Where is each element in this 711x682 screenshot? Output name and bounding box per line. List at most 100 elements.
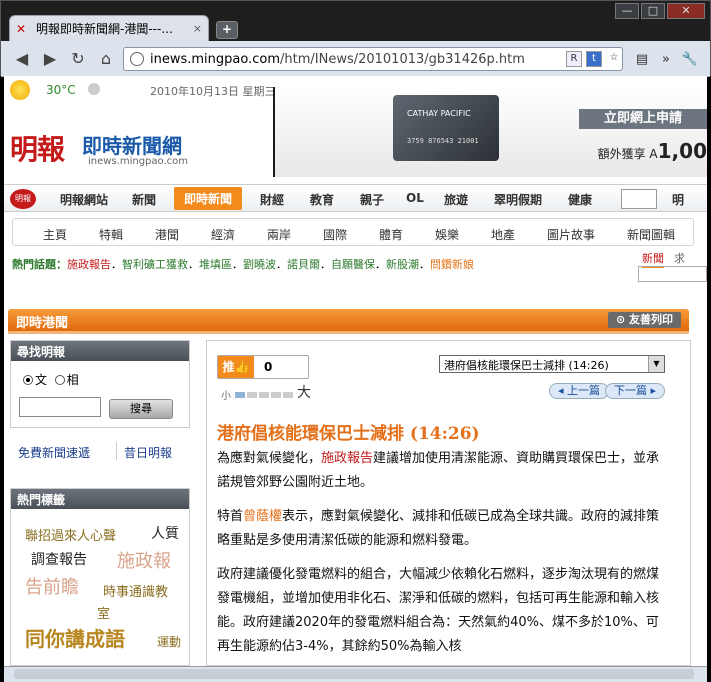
weather-play-icon[interactable] xyxy=(88,83,100,95)
font-size-step[interactable] xyxy=(283,392,293,398)
search-tab-other[interactable]: 求 xyxy=(674,250,685,266)
nav-item-more[interactable]: 明 xyxy=(672,191,684,208)
tag-link[interactable]: 人質 xyxy=(151,523,179,543)
tag-link[interactable]: 調查報告 xyxy=(31,549,87,569)
tag-link[interactable]: 聯招過來人心聲 xyxy=(25,525,116,544)
hot-topic-link[interactable]: 堆填區 xyxy=(199,258,232,271)
paragraph: 特首曾蔭權表示，應對氣候變化、減排和低碳已成為全球共識。政府的減排策略重點是多使… xyxy=(217,505,665,553)
font-size-step[interactable] xyxy=(235,392,245,398)
info-extension-icon[interactable]: t xyxy=(586,51,602,67)
print-friendly-button[interactable]: ⊙ 友善列印 xyxy=(607,312,681,328)
tag-link[interactable]: 室 xyxy=(97,603,110,622)
tag-link[interactable]: 告前瞻 xyxy=(25,573,79,599)
article-select[interactable]: 港府倡核能環保巴士減排 (14:26) ▼ xyxy=(439,355,665,373)
prev-article-button[interactable]: ◂ 上一篇 xyxy=(549,383,610,399)
wrench-icon[interactable]: 🔧 xyxy=(681,51,699,69)
nav-item-parenting[interactable]: 親子 xyxy=(360,191,384,208)
nav-item-travel[interactable]: 旅遊 xyxy=(444,191,468,208)
subnav-galleries[interactable]: 新聞圖輯 xyxy=(627,226,675,243)
ad-offer-prefix: 額外獲享 xyxy=(597,147,646,161)
person-link[interactable]: 曾蔭權 xyxy=(243,509,282,524)
quick-links: 免費新聞速遞 昔日明報 xyxy=(10,442,190,462)
section-title: 即時港聞 xyxy=(16,316,69,331)
tab-close-icon[interactable]: × xyxy=(193,22,202,35)
subnav-photo-stories[interactable]: 圖片故事 xyxy=(547,226,595,243)
separator: ． xyxy=(111,258,122,271)
ad-offer-value: 1,00 xyxy=(657,139,707,163)
hot-topic-link[interactable]: 諾貝爾 xyxy=(287,258,320,271)
nav-item-news[interactable]: 新聞 xyxy=(132,191,156,208)
hot-topic-link[interactable]: 新股潮 xyxy=(386,258,419,271)
text: 特首 xyxy=(217,509,244,524)
font-size-step[interactable] xyxy=(259,392,269,398)
section-underline xyxy=(8,331,689,334)
minimize-button[interactable]: — xyxy=(615,3,639,19)
mingpao-mini-logo[interactable]: 明報 xyxy=(10,189,36,209)
subnav-home[interactable]: 主頁 xyxy=(43,226,67,243)
rss-extension-icon[interactable]: R xyxy=(566,51,582,67)
subnav-china[interactable]: 兩岸 xyxy=(267,226,291,243)
new-tab-button[interactable]: + xyxy=(216,21,238,39)
tag-cloud: 聯招過來人心聲 人質 調查報告 施政報 告前瞻 時事通識教 室 同你講成語 運動 xyxy=(11,509,191,666)
policy-address-link[interactable]: 施政報告 xyxy=(321,451,373,466)
nav-item-education[interactable]: 教育 xyxy=(310,191,334,208)
hot-topic-link[interactable]: 施政報告 xyxy=(67,258,111,271)
horizontal-scrollbar[interactable] xyxy=(14,669,694,679)
hot-topic-link[interactable]: 智利礦工獲救 xyxy=(122,258,188,271)
find-search-button[interactable]: 搜尋 xyxy=(109,399,173,419)
subnav-property[interactable]: 地產 xyxy=(491,226,515,243)
tag-link[interactable]: 施政報 xyxy=(117,547,171,573)
subnav-sports[interactable]: 體育 xyxy=(379,226,403,243)
forward-icon[interactable]: ▶ xyxy=(39,49,61,69)
banner-ad[interactable]: CATHAY PACIFIC 3759 876543 21001 立即網上申請 … xyxy=(273,87,707,177)
subnav-local[interactable]: 港聞 xyxy=(155,226,179,243)
find-input[interactable] xyxy=(19,397,101,417)
back-icon[interactable]: ◀ xyxy=(11,49,33,69)
subnav-features[interactable]: 特輯 xyxy=(99,226,123,243)
subnav-entertainment[interactable]: 娛樂 xyxy=(435,226,459,243)
font-size-step[interactable] xyxy=(271,392,281,398)
ad-card-number: 3759 876543 21001 xyxy=(407,137,479,145)
maximize-button[interactable]: □ xyxy=(641,3,665,19)
address-bar[interactable]: inews.mingpao.com/htm/INews/20101013/gb3… xyxy=(123,47,623,71)
close-window-button[interactable]: ✕ xyxy=(667,3,705,19)
browser-tab[interactable]: ✕ 明報即時新聞網-港聞---... × xyxy=(9,15,209,41)
browser-toolbar: ◀ ▶ ↻ ⌂ inews.mingpao.com/htm/INews/2010… xyxy=(1,41,710,77)
home-icon[interactable]: ⌂ xyxy=(95,49,117,69)
tag-link[interactable]: 運動 xyxy=(157,633,181,650)
like-button[interactable]: 推👍 0 xyxy=(217,355,309,379)
site-logo[interactable]: 明報 即時新聞網 inews.mingpao.com xyxy=(10,124,250,176)
url-host: inews.mingpao.com xyxy=(150,51,280,67)
free-news-link[interactable]: 免費新聞速遞 xyxy=(18,444,90,461)
nav-item-finance[interactable]: 財經 xyxy=(260,191,284,208)
reload-icon[interactable]: ↻ xyxy=(67,49,89,69)
hot-topic-link[interactable]: 劉曉波 xyxy=(243,258,276,271)
nav-item-ol[interactable]: OL xyxy=(406,191,424,205)
nav-item-instant-news[interactable]: 即時新聞 xyxy=(174,187,243,210)
logo-brand: 明報 xyxy=(10,133,65,166)
nav-item-holidays[interactable]: 翠明假期 xyxy=(494,191,542,208)
nav-item-mingpao-sites[interactable]: 明報網站 xyxy=(60,191,108,208)
tag-link[interactable]: 同你講成語 xyxy=(25,623,125,652)
subnav-economy[interactable]: 經濟 xyxy=(211,226,235,243)
font-large-label[interactable]: 大 xyxy=(297,382,311,402)
bookmark-star-icon[interactable]: ☆ xyxy=(606,51,622,67)
more-extensions-icon[interactable]: » xyxy=(657,51,675,69)
font-small-label[interactable]: 小 xyxy=(221,387,231,402)
logo-site-name: 即時新聞網 xyxy=(82,134,182,158)
hot-topic-link[interactable]: 問鑽新娘 xyxy=(430,258,474,271)
subnav-international[interactable]: 國際 xyxy=(323,226,347,243)
past-mingpao-link[interactable]: 昔日明報 xyxy=(124,444,172,461)
separator: ． xyxy=(375,258,386,271)
next-article-button[interactable]: 下一篇 ▸ xyxy=(605,383,666,399)
paragraph: 為應對氣候變化，施政報告建議增加使用清潔能源、資助購買環保巴士，並承諾規管郊野公… xyxy=(217,447,665,495)
nav-ad-box[interactable] xyxy=(621,189,657,209)
radio-image[interactable] xyxy=(54,375,65,385)
page-menu-icon[interactable]: ▤ xyxy=(633,51,651,69)
hot-topic-link[interactable]: 自願醫保 xyxy=(331,258,375,271)
nav-item-health[interactable]: 健康 xyxy=(568,191,592,208)
tag-link[interactable]: 時事通識教 xyxy=(103,581,168,600)
font-size-step[interactable] xyxy=(247,392,257,398)
radio-text[interactable] xyxy=(23,375,33,385)
site-search-input[interactable] xyxy=(638,266,707,282)
